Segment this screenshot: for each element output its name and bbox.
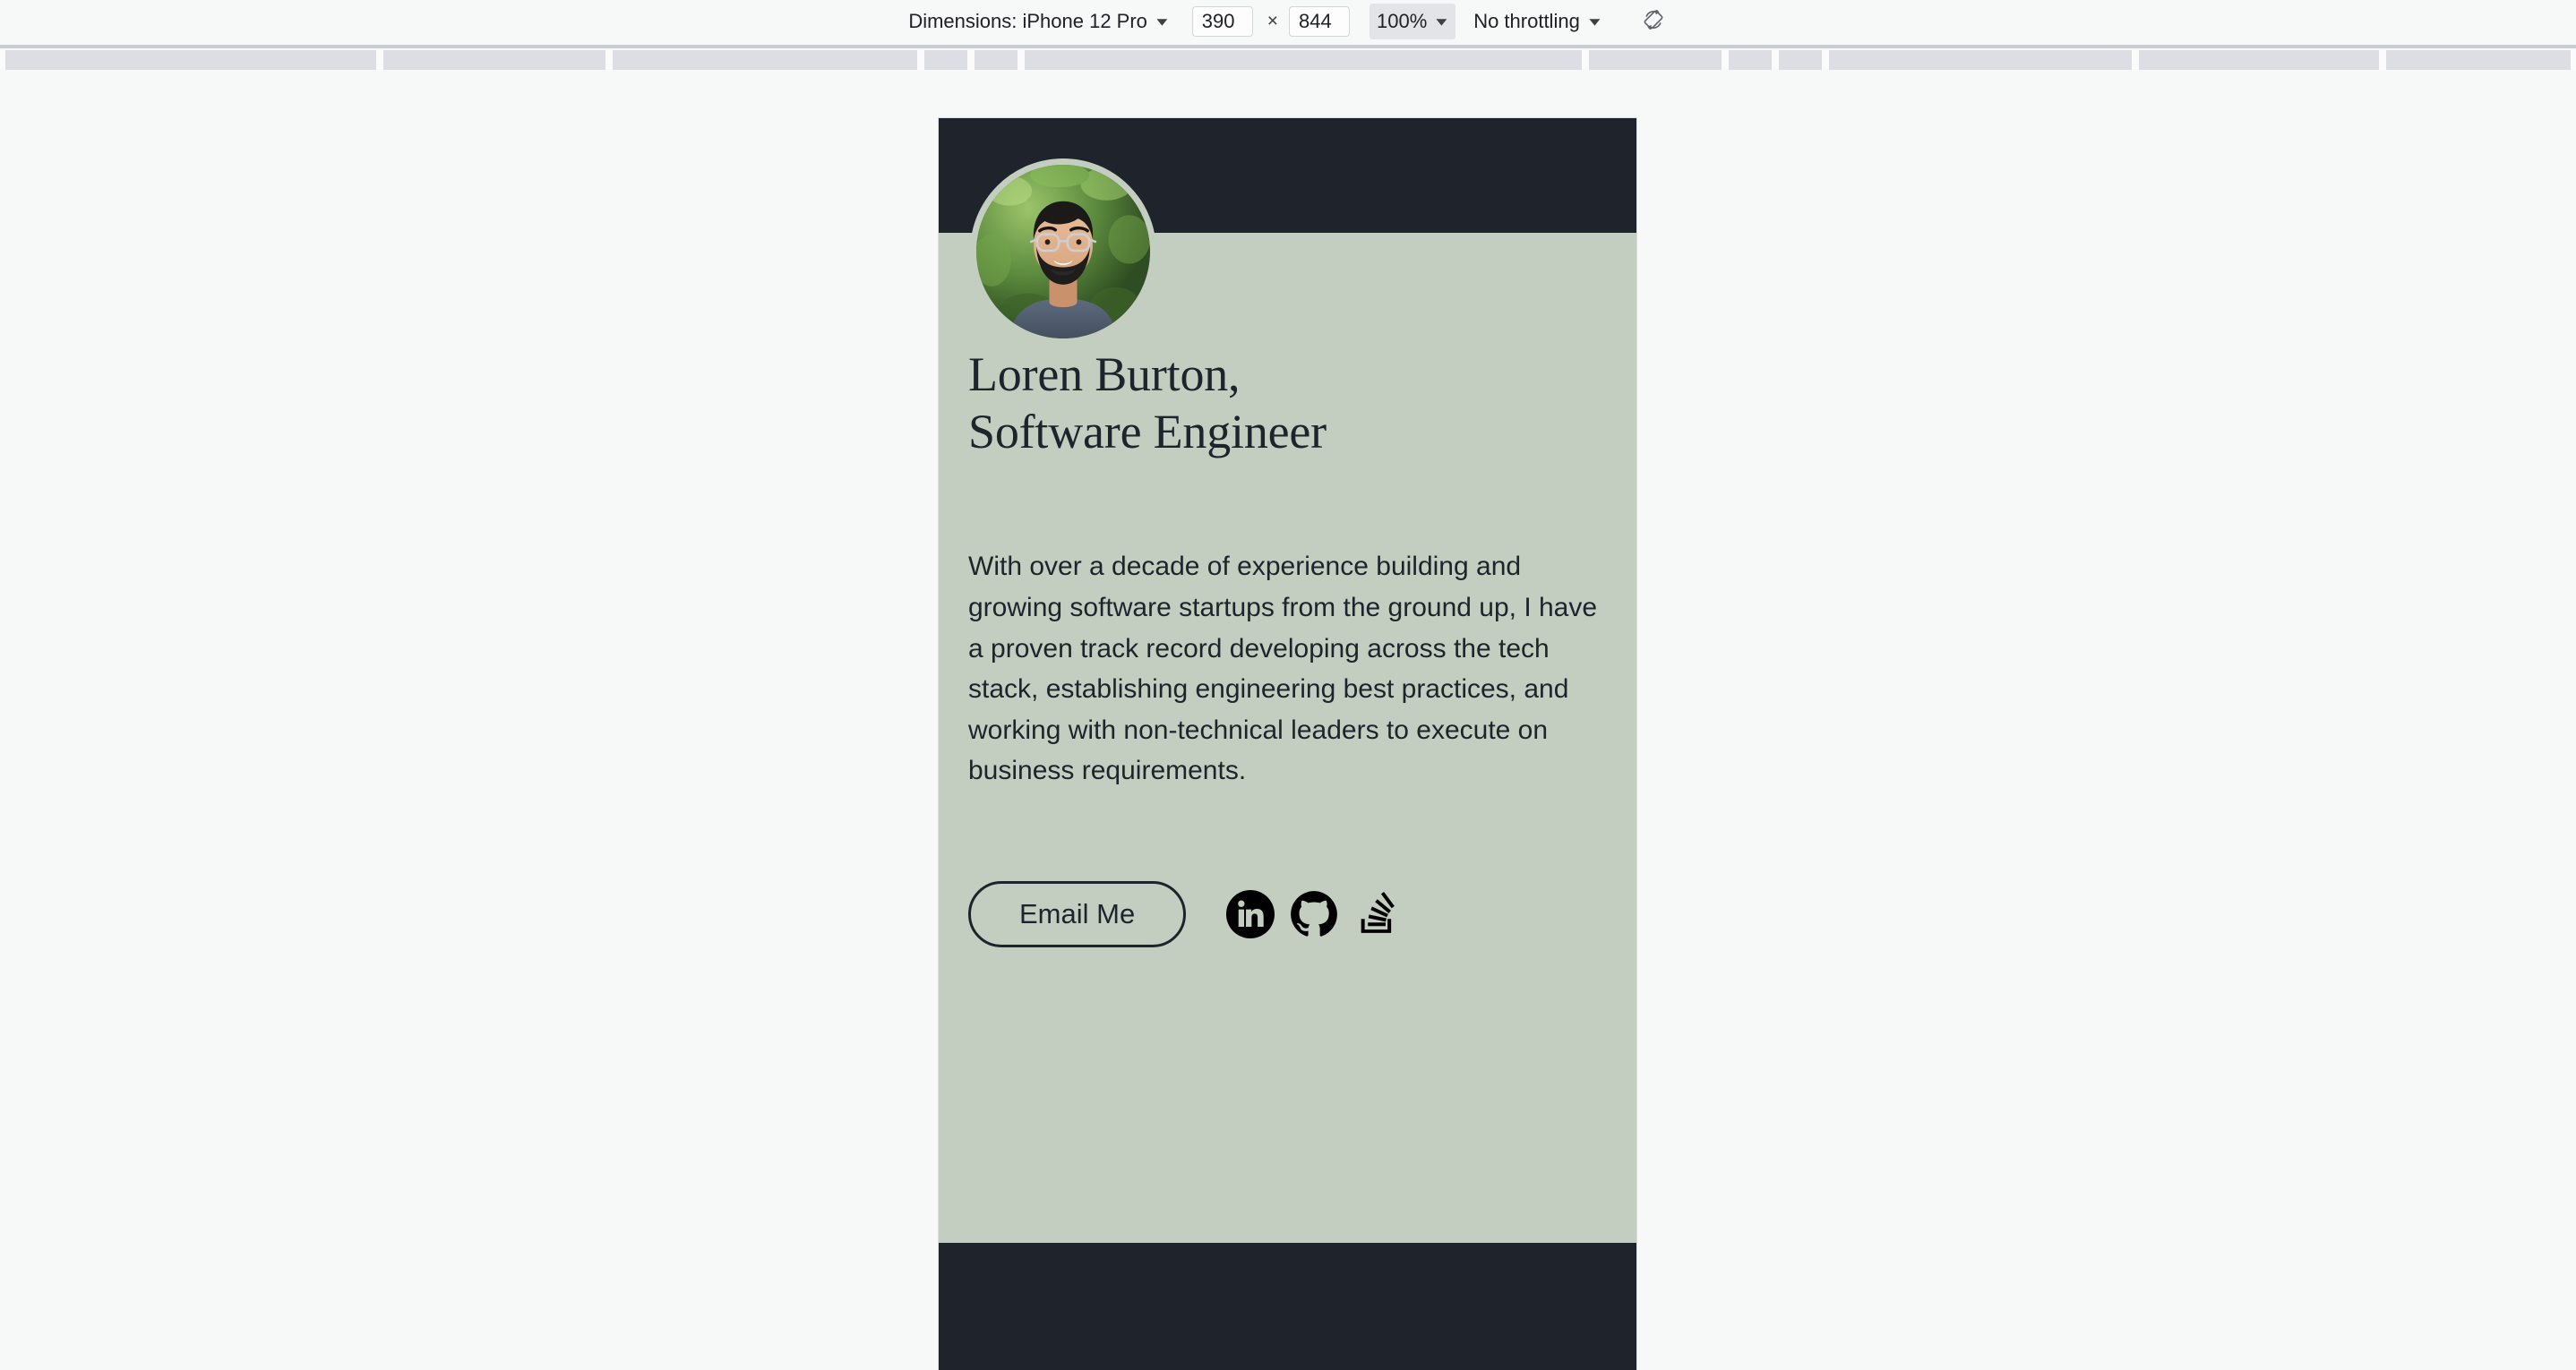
toolbar-segment — [1729, 50, 1772, 70]
site-footer-band — [939, 1243, 1636, 1370]
toolbar-segment — [383, 50, 605, 70]
dimensions-dropdown[interactable]: Dimensions: iPhone 12 Pro ▼ — [905, 6, 1175, 37]
bio-paragraph: With over a decade of experience buildin… — [968, 552, 1598, 786]
stackoverflow-link[interactable] — [1353, 890, 1402, 938]
avatar — [970, 158, 1156, 345]
zoom-value: 100% — [1377, 10, 1428, 32]
throttling-value: No throttling — [1473, 10, 1580, 32]
linkedin-link[interactable] — [1226, 890, 1275, 938]
toolbar-segment — [1779, 50, 1822, 70]
device-toolbar-controls: Dimensions: iPhone 12 Pro ▼ × 100% ▼ No … — [905, 0, 1670, 43]
dimensions-label: Dimensions: iPhone 12 Pro — [908, 10, 1147, 32]
zoom-dropdown[interactable]: 100% ▼ — [1370, 4, 1456, 39]
toolbar-segment — [975, 50, 1018, 70]
rotate-device-icon — [1641, 7, 1666, 37]
toolbar-segment — [613, 50, 917, 70]
hero-actions: Email Me — [968, 881, 1607, 947]
device-viewport: Loren Burton, Software Engineer With ove… — [939, 118, 1636, 1370]
dimensions-multiply-symbol: × — [1267, 11, 1279, 31]
toolbar-segment — [1025, 50, 1582, 70]
throttling-dropdown[interactable]: No throttling ▼ — [1466, 6, 1608, 37]
page-title-line-1: Loren Burton, — [968, 347, 1241, 401]
device-toolbar-segments — [0, 50, 2576, 70]
viewport-ruler — [0, 45, 2576, 48]
toolbar-segment — [2386, 50, 2571, 70]
github-link[interactable] — [1290, 890, 1338, 938]
device-toolbar: Dimensions: iPhone 12 Pro ▼ × 100% ▼ No … — [0, 0, 2576, 43]
avatar-photo — [976, 165, 1150, 338]
chevron-down-icon: ▼ — [1585, 14, 1604, 29]
toolbar-segment — [5, 50, 376, 70]
toolbar-segment — [924, 50, 967, 70]
viewport-width-input[interactable] — [1191, 6, 1253, 37]
email-me-button[interactable]: Email Me — [968, 881, 1187, 947]
social-links — [1226, 890, 1402, 938]
toolbar-segment — [2139, 50, 2379, 70]
hero-content: Loren Burton, Software Engineer With ove… — [939, 347, 1636, 947]
toolbar-segment — [1589, 50, 1722, 70]
rotate-device-button[interactable] — [1636, 6, 1671, 37]
toolbar-segment — [1829, 50, 2132, 70]
chevron-down-icon: ▼ — [1153, 14, 1172, 29]
stackoverflow-icon — [1355, 892, 1400, 937]
linkedin-icon — [1226, 890, 1275, 938]
github-icon — [1290, 890, 1338, 938]
page-title-line-2: Software Engineer — [968, 404, 1327, 458]
chevron-down-icon: ▼ — [1432, 14, 1451, 29]
viewport-height-input[interactable] — [1289, 6, 1351, 37]
page-title: Loren Burton, Software Engineer — [968, 347, 1607, 460]
